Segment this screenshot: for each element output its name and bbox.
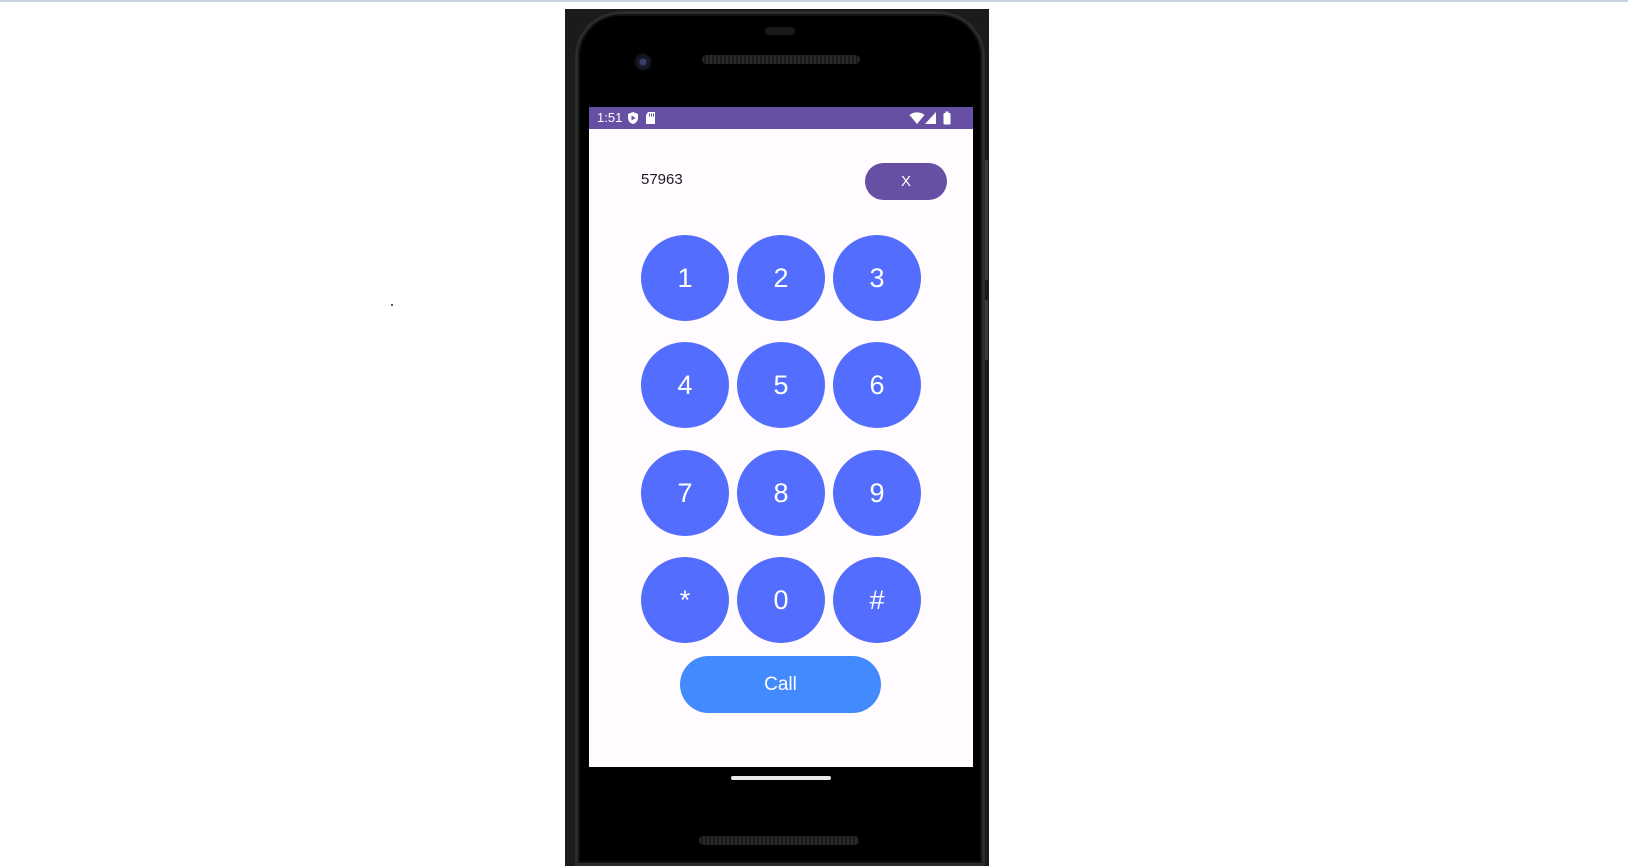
key-0-button[interactable]: 0 xyxy=(737,557,825,643)
key-9-button[interactable]: 9 xyxy=(833,450,921,536)
key-4-button[interactable]: 4 xyxy=(641,342,729,428)
clear-button[interactable]: X xyxy=(865,163,947,200)
key-1-button[interactable]: 1 xyxy=(641,235,729,321)
stray-dot xyxy=(391,304,393,306)
volume-button[interactable] xyxy=(985,300,988,360)
key-5-button[interactable]: 5 xyxy=(737,342,825,428)
earpiece-slot xyxy=(765,27,795,35)
cell-signal-icon xyxy=(925,112,936,124)
wifi-icon xyxy=(909,112,925,124)
top-speaker-grille xyxy=(702,55,860,64)
key-7-button[interactable]: 7 xyxy=(641,450,729,536)
key-2-button[interactable]: 2 xyxy=(737,235,825,321)
window-top-border xyxy=(0,0,1628,2)
key-hash-button[interactable]: # xyxy=(833,557,921,643)
phone-screen: 1:51 57963 X 1 2 3 4 5 6 7 8 9 * 0 # Cal… xyxy=(589,107,973,767)
play-protect-icon xyxy=(628,112,638,124)
key-8-button[interactable]: 8 xyxy=(737,450,825,536)
front-camera-icon xyxy=(634,53,652,71)
dialed-number-display: 57963 xyxy=(641,171,683,188)
key-6-button[interactable]: 6 xyxy=(833,342,921,428)
power-button[interactable] xyxy=(985,160,988,280)
call-button[interactable]: Call xyxy=(680,656,881,713)
status-time: 1:51 xyxy=(597,110,623,125)
battery-icon xyxy=(943,111,951,125)
gesture-nav-bar[interactable] xyxy=(731,776,831,780)
key-3-button[interactable]: 3 xyxy=(833,235,921,321)
bottom-speaker-grille xyxy=(699,836,859,845)
sd-card-icon xyxy=(646,112,655,124)
key-star-button[interactable]: * xyxy=(641,557,729,643)
status-bar: 1:51 xyxy=(589,107,973,129)
